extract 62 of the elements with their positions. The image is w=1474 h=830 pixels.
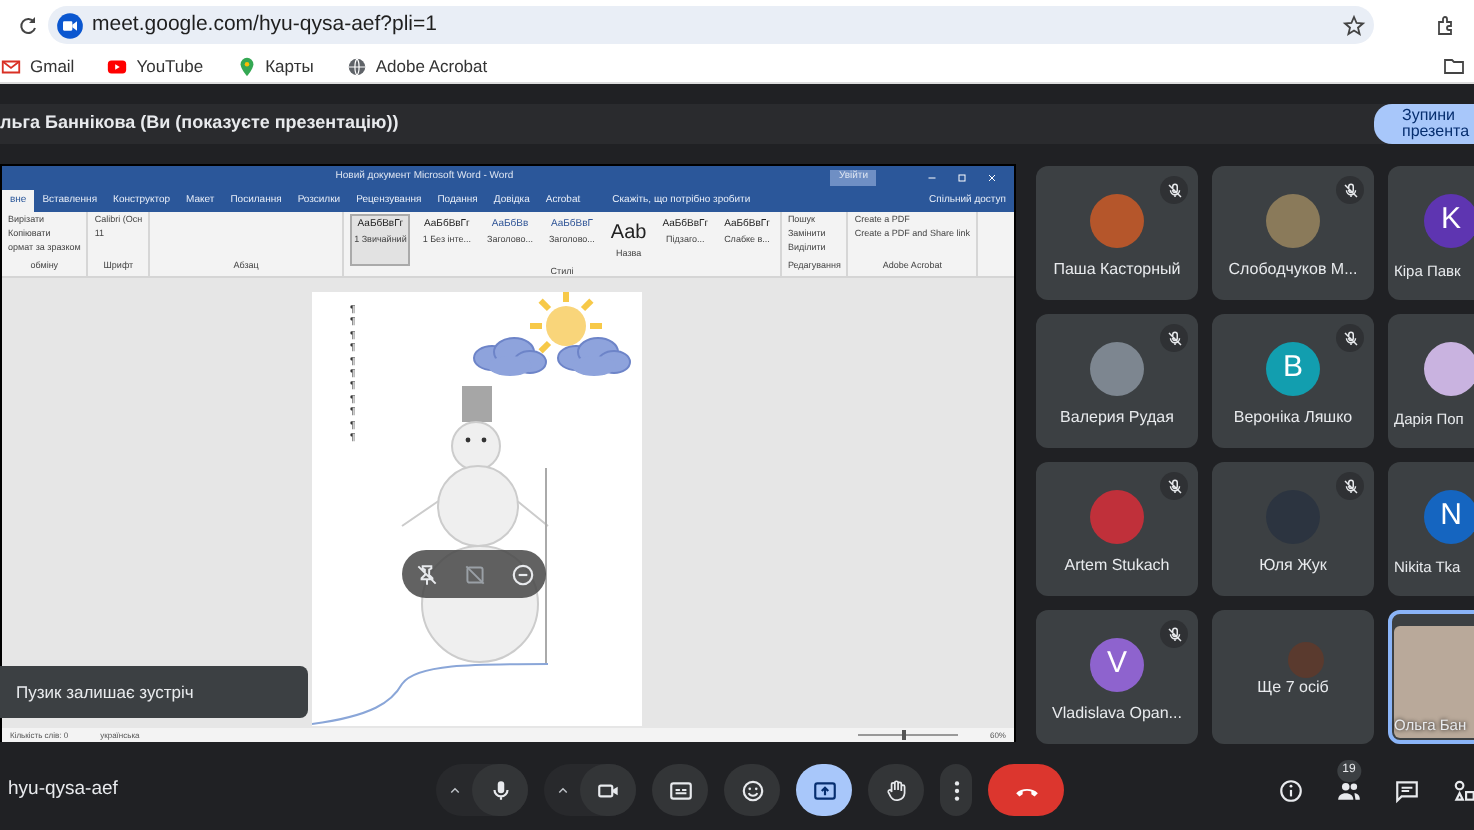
participant-tile[interactable]: B Вероніка Ляшко (1212, 314, 1374, 448)
shapes-icon[interactable] (1452, 777, 1474, 803)
emoji-icon (739, 777, 765, 803)
participant-name: Юля Жук (1257, 554, 1329, 578)
participant-tile[interactable]: Паша Касторный (1036, 166, 1198, 300)
avatar-letter: K (1424, 194, 1474, 248)
participant-tile[interactable]: Юля Жук (1212, 462, 1374, 596)
chat-icon[interactable] (1394, 777, 1420, 803)
close-icon[interactable] (986, 172, 998, 184)
captions-button[interactable] (652, 764, 708, 816)
avatar-letter: V (1090, 638, 1144, 692)
notification-text: Пузик залишає зустріч (16, 679, 194, 705)
folder-icon[interactable] (1442, 54, 1466, 78)
participant-tile[interactable]: Ще 7 осіб (1212, 610, 1374, 744)
bookmark-star-icon[interactable] (1342, 13, 1366, 37)
participant-tile[interactable]: Artem Stukach (1036, 462, 1198, 596)
hand-icon (883, 777, 909, 803)
bookmark-link[interactable]: YouTube (106, 53, 204, 79)
stop-presenting-button[interactable]: Зупини презента (1374, 104, 1474, 144)
site-icon (56, 11, 84, 39)
presenting-label: льга Баннікова (Ви (показуєте презентацію)) (0, 110, 399, 137)
minimize-icon[interactable] (926, 172, 938, 184)
participant-name: Ще 7 осіб (1255, 676, 1331, 700)
play-icon (106, 55, 129, 77)
participant-name: Вероніка Ляшко (1231, 406, 1355, 430)
bookmark-link[interactable]: Карты (235, 53, 314, 79)
participant-tile[interactable]: V Vladislava Opan... (1036, 610, 1198, 744)
people-icon[interactable] (1336, 777, 1362, 803)
unpin-icon[interactable] (413, 561, 439, 587)
reactions-button[interactable] (724, 764, 780, 816)
url-text: meet.google.com/hyu-qysa-aef?pli=1 (92, 9, 437, 40)
maximize-icon[interactable] (956, 172, 968, 184)
zoom-thumb[interactable] (902, 730, 907, 740)
address-bar[interactable]: meet.google.com/hyu-qysa-aef?pli=1 (48, 6, 1374, 44)
participant-tile[interactable]: Слободчуков М... (1212, 166, 1374, 300)
bookmark-link[interactable]: Gmail (0, 53, 75, 79)
cloud-drawing (557, 337, 631, 376)
participant-tile[interactable]: Валерия Рудая (1036, 314, 1198, 448)
bookmark-link[interactable]: Adobe Acrobat (345, 53, 488, 79)
camera-button[interactable] (580, 764, 636, 816)
captions-icon (667, 777, 693, 803)
microphone-button[interactable] (472, 764, 528, 816)
raise-hand-button[interactable] (868, 764, 924, 816)
meeting-code: hyu-qysa-aef (8, 775, 120, 804)
map-pin-icon (235, 55, 258, 77)
globe-icon (345, 55, 368, 77)
more-options-button[interactable] (940, 764, 972, 816)
participant-name: Паша Касторный (1051, 258, 1183, 282)
info-icon[interactable] (1278, 777, 1304, 803)
cloud-drawing (473, 337, 547, 376)
present-screen-icon (811, 777, 837, 803)
leave-call-button[interactable] (988, 764, 1064, 816)
participant-name: Валерия Рудая (1058, 406, 1176, 430)
extensions-icon[interactable] (1434, 13, 1458, 37)
present-button[interactable] (796, 764, 852, 816)
minimize-icon[interactable] (509, 561, 535, 587)
participant-name: Artem Stukach (1062, 554, 1172, 578)
participant-name: Слободчуков М... (1226, 258, 1360, 282)
reload-icon[interactable] (16, 13, 40, 37)
avatar-letter: N (1424, 490, 1474, 544)
avatar-letter: B (1266, 342, 1320, 396)
participant-name: Vladislava Opan... (1050, 702, 1184, 726)
